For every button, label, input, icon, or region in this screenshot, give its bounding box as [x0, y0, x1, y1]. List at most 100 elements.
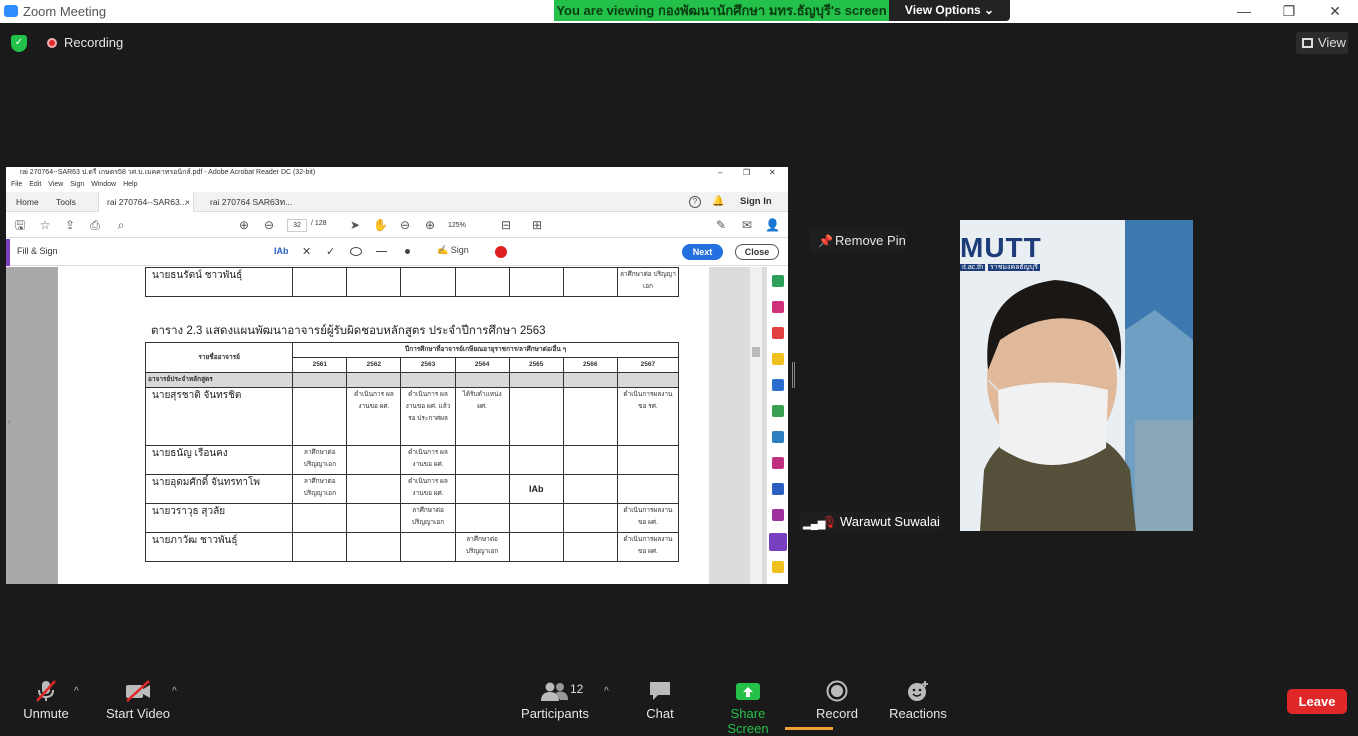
- leave-button[interactable]: Leave: [1287, 689, 1347, 714]
- create-pdf-icon[interactable]: [772, 275, 784, 287]
- document-viewport[interactable]: › นายธนรัตน์ ชาวพันธุ์ ลาศึกษาต่อ ปริญญา…: [6, 267, 766, 584]
- minimize-button[interactable]: —: [1229, 2, 1259, 20]
- print-icon[interactable]: ⎙: [88, 218, 102, 232]
- share-screen-button[interactable]: Share Screen: [709, 680, 787, 736]
- acrobat-restore-icon[interactable]: ❐: [743, 167, 750, 179]
- more-tools-icon[interactable]: [772, 509, 784, 521]
- ellipse-icon[interactable]: [350, 247, 362, 256]
- zoom-in-icon[interactable]: ⊕: [423, 218, 437, 232]
- view-options-button[interactable]: View Options ⌄: [889, 0, 1010, 21]
- participants-options-caret[interactable]: ^: [604, 686, 609, 697]
- notification-bell-icon[interactable]: 🔔: [712, 196, 724, 207]
- table-cell: ดำเนินการผลงาน ขอ ผศ.: [616, 503, 680, 533]
- close-window-button[interactable]: ✕: [1320, 2, 1350, 20]
- protect-icon[interactable]: [772, 483, 784, 495]
- tab-document-1-label: rai 270764--SAR63...: [107, 197, 187, 207]
- table-cell: ดำเนินการผลงาน ขอ รศ.: [616, 387, 680, 446]
- help-icon[interactable]: ?: [689, 196, 701, 208]
- acrobat-menu-bar: File Edit View Sign Window Help: [6, 179, 788, 191]
- previous-page-icon[interactable]: ⊕: [237, 218, 251, 232]
- bookmark-star-icon[interactable]: ☆: [38, 218, 52, 232]
- zoom-level-select[interactable]: 125%: [448, 219, 484, 232]
- participant-video[interactable]: MUTT ıt.ac.th ราชมงคลธัญบุรี: [960, 220, 1193, 531]
- unmute-button[interactable]: Unmute: [18, 680, 74, 721]
- organize-pages-icon[interactable]: [772, 301, 784, 313]
- acrobat-close-icon[interactable]: ✕: [769, 167, 776, 179]
- reactions-label: Reactions: [889, 706, 947, 721]
- select-cursor-icon[interactable]: ➤: [348, 218, 362, 232]
- close-fill-sign-button[interactable]: Close: [735, 244, 779, 260]
- fill-sign-panel-icon[interactable]: [769, 533, 787, 551]
- fill-sign-tool-icon[interactable]: ✎: [714, 218, 728, 232]
- edit-pdf-icon[interactable]: [772, 457, 784, 469]
- audio-options-caret[interactable]: ^: [74, 686, 79, 697]
- remove-pin-label: Remove Pin: [835, 233, 906, 248]
- view-layout-button[interactable]: View: [1296, 32, 1348, 54]
- tab-tools[interactable]: Tools: [56, 192, 76, 212]
- search-icon[interactable]: ⌕: [114, 218, 128, 232]
- page-total: / 128: [311, 220, 327, 227]
- scrollbar-thumb[interactable]: [752, 347, 760, 357]
- next-page-icon[interactable]: ⊖: [262, 218, 276, 232]
- menu-file[interactable]: File: [11, 179, 22, 191]
- page-number-input[interactable]: 32: [287, 219, 307, 232]
- zoom-out-icon[interactable]: ⊖: [398, 218, 412, 232]
- check-mark-icon[interactable]: ✓: [326, 245, 335, 258]
- scan-icon[interactable]: [772, 431, 784, 443]
- table-row: นายอุดมศักดิ์ จันทรทาโพ ลาศึกษาต่อ ปริญญ…: [144, 474, 680, 504]
- sign-button[interactable]: ✍ Sign: [437, 245, 469, 256]
- combine-files-icon[interactable]: [772, 379, 784, 391]
- muted-microphone-icon: [36, 680, 56, 702]
- tab-document-2[interactable]: rai 270764 SAR63ท...: [210, 192, 292, 212]
- year-2565: 2565: [508, 357, 564, 373]
- section-row: อาจารย์ประจำหลักสูตร: [144, 372, 294, 388]
- sign-in-button[interactable]: Sign In: [740, 192, 772, 212]
- document-scrollbar[interactable]: [750, 267, 762, 584]
- save-icon[interactable]: 🖫: [13, 218, 27, 232]
- video-options-caret[interactable]: ^: [172, 686, 177, 697]
- security-shield-icon[interactable]: ✓: [11, 35, 27, 52]
- export-pdf-icon[interactable]: [772, 327, 784, 339]
- tab-close-icon[interactable]: ×: [185, 192, 190, 212]
- menu-window[interactable]: Window: [91, 179, 116, 191]
- acrobat-minimize-icon[interactable]: –: [718, 167, 722, 179]
- menu-sign[interactable]: Sign: [70, 179, 84, 191]
- remove-pin-button[interactable]: 📌 Remove Pin: [809, 229, 906, 253]
- dot-icon[interactable]: [405, 249, 410, 254]
- line-icon[interactable]: [376, 251, 387, 252]
- measure-icon[interactable]: ⊞: [530, 218, 544, 232]
- start-video-label: Start Video: [105, 706, 171, 721]
- shared-screen: rai 270764--SAR63 ป.ตรี เกษตร58 วศ.บ.เมค…: [6, 167, 788, 584]
- comment-icon[interactable]: [772, 353, 784, 365]
- table-cell: ลาศึกษาต่อ ปริญญาเอก: [454, 532, 510, 562]
- text-cursor-placement[interactable]: IAb: [508, 474, 564, 504]
- start-video-button[interactable]: Start Video: [104, 680, 172, 721]
- table-row: นายภาวัฒ ชาวพันธุ์ ลาศึกษาต่อ ปริญญาเอก …: [144, 532, 680, 562]
- share-user-icon[interactable]: 👤: [765, 218, 780, 232]
- acrobat-title: rai 270764--SAR63 ป.ตรี เกษตร58 วศ.บ.เมค…: [20, 169, 316, 176]
- splitter-handle[interactable]: [792, 362, 795, 388]
- reactions-button[interactable]: Reactions: [889, 680, 947, 721]
- recording-dot-icon: [47, 38, 57, 48]
- compress-icon[interactable]: [772, 405, 784, 417]
- note-icon[interactable]: [772, 561, 784, 573]
- record-button[interactable]: Record: [814, 680, 860, 721]
- menu-view[interactable]: View: [48, 179, 63, 191]
- table-cell: [454, 474, 510, 504]
- next-button[interactable]: Next: [682, 244, 723, 260]
- upload-icon[interactable]: ⇪: [63, 218, 77, 232]
- tab-document-1[interactable]: rai 270764--SAR63... ×: [98, 192, 194, 212]
- table-cell: [454, 445, 510, 475]
- mail-icon[interactable]: ✉: [740, 218, 754, 232]
- page-fit-icon[interactable]: ⊟: [499, 218, 513, 232]
- color-picker-icon[interactable]: [495, 246, 507, 258]
- left-panel-toggle-icon[interactable]: ›: [8, 417, 11, 426]
- chat-button[interactable]: Chat: [640, 680, 680, 721]
- tab-home[interactable]: Home: [16, 192, 39, 212]
- maximize-button[interactable]: ❐: [1274, 2, 1304, 20]
- menu-edit[interactable]: Edit: [29, 179, 41, 191]
- menu-help[interactable]: Help: [123, 179, 137, 191]
- hand-tool-icon[interactable]: ✋: [373, 218, 388, 232]
- add-text-tool[interactable]: IAb: [274, 246, 289, 256]
- cross-mark-icon[interactable]: ✕: [302, 245, 311, 258]
